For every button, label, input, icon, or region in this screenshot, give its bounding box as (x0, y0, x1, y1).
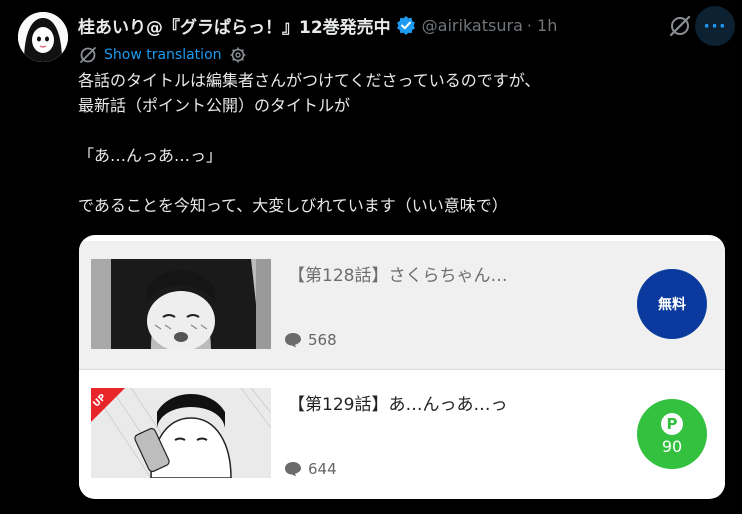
tweet-line: であることを今知って、大変しびれています（いい意味で） (78, 196, 508, 215)
point-coin-icon: P (661, 412, 683, 435)
tweet-text: 各話のタイトルは編集者さんがつけてくださっているのですが、 最新話（ポイント公開… (78, 68, 540, 218)
episode-title: 【第129話】あ…んっあ…っ (288, 395, 508, 415)
grok-icon[interactable] (666, 12, 694, 40)
translation-row: Show translation (78, 44, 247, 66)
free-badge: 無料 (637, 269, 707, 339)
display-name[interactable]: 桂あいり@『グラぱらっ！』12巻発売中 (78, 13, 391, 38)
comment-count-value: 568 (308, 331, 337, 349)
episode-thumbnail (91, 259, 271, 349)
episode-row[interactable]: 【第128話】さくらちゃん… 568 無料 (79, 241, 725, 370)
episode-thumbnail: UP (91, 388, 271, 478)
comment-count: 644 (284, 460, 337, 478)
attached-image-card[interactable]: 【第128話】さくらちゃん… 568 無料 UP 【第129話】あ…んっあ…っ … (79, 235, 725, 499)
episode-row[interactable]: UP 【第129話】あ…んっあ…っ 644 P 90 (79, 370, 725, 498)
show-translation-link[interactable]: Show translation (104, 47, 222, 63)
episode-title: 【第128話】さくらちゃん… (288, 266, 508, 286)
more-button[interactable]: ··· (695, 6, 735, 46)
tweet-header: 桂あいり@『グラぱらっ！』12巻発売中 @airikatsura · 1h (78, 12, 557, 38)
tweet-line: 最新話（ポイント公開）のタイトルが (78, 96, 351, 115)
translate-icon (80, 47, 96, 63)
point-value: 90 (661, 436, 683, 456)
avatar-illustration (18, 12, 68, 62)
tweet-line (78, 118, 540, 143)
comment-count: 568 (284, 331, 337, 349)
free-badge-label: 無料 (658, 297, 686, 313)
timestamp[interactable]: · 1h (527, 16, 558, 35)
more-icon: ··· (703, 15, 727, 37)
comment-bubble-icon (285, 462, 301, 477)
tweet-line: 「あ…んっあ…っ」 (78, 146, 223, 165)
verified-badge-icon (396, 15, 416, 35)
gear-icon[interactable] (229, 46, 247, 64)
comment-count-value: 644 (308, 460, 337, 478)
handle[interactable]: @airikatsura (422, 16, 523, 35)
avatar[interactable] (18, 12, 68, 62)
comment-bubble-icon (285, 333, 301, 348)
tweet-line: 各話のタイトルは編集者さんがつけてくださっているのですが、 (78, 71, 541, 90)
point-badge: P 90 (637, 399, 707, 469)
tweet-line (78, 168, 540, 193)
